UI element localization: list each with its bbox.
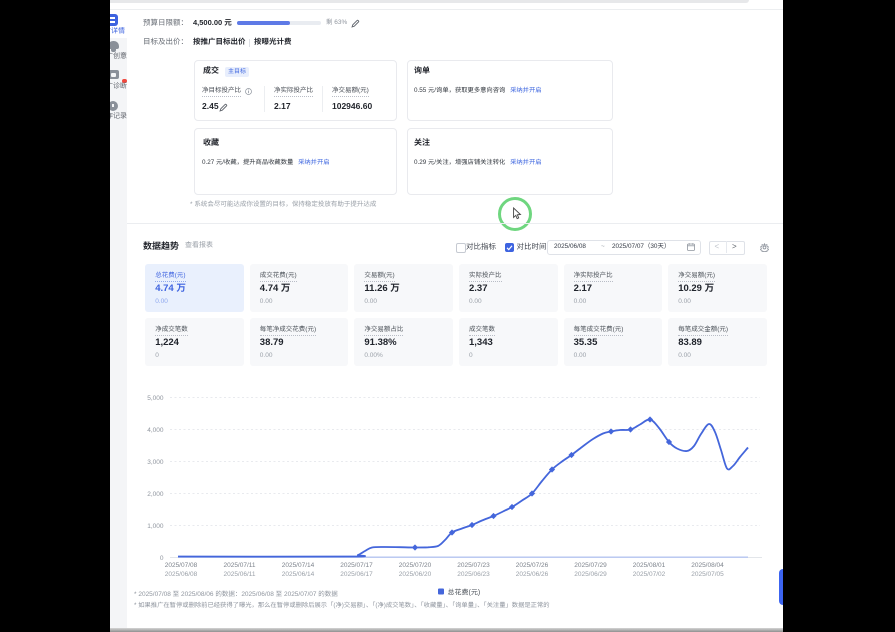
svg-text:2025/08/01: 2025/08/01	[633, 562, 666, 569]
svg-text:2025/07/17: 2025/07/17	[340, 562, 373, 569]
svg-text:4,000: 4,000	[147, 427, 164, 434]
svg-text:2025/07/08: 2025/07/08	[165, 562, 198, 569]
svg-text:2025/07/05: 2025/07/05	[691, 571, 724, 578]
svg-text:2025/06/29: 2025/06/29	[574, 571, 607, 578]
svg-text:2025/06/26: 2025/06/26	[516, 571, 549, 578]
svg-text:2025/07/14: 2025/07/14	[282, 562, 315, 569]
svg-text:2025/06/08: 2025/06/08	[165, 571, 198, 578]
svg-text:2025/06/14: 2025/06/14	[282, 571, 315, 578]
svg-text:2025/08/04: 2025/08/04	[691, 562, 724, 569]
svg-text:2025/06/17: 2025/06/17	[340, 571, 373, 578]
svg-text:2,000: 2,000	[147, 491, 164, 498]
svg-text:2025/07/26: 2025/07/26	[516, 562, 549, 569]
svg-text:3,000: 3,000	[147, 459, 164, 466]
svg-text:2025/07/29: 2025/07/29	[574, 562, 607, 569]
svg-text:总花费(元): 总花费(元)	[448, 589, 481, 597]
svg-text:2025/06/11: 2025/06/11	[223, 571, 255, 578]
svg-text:1,000: 1,000	[147, 523, 164, 530]
svg-text:2025/07/20: 2025/07/20	[399, 562, 432, 569]
svg-text:2025/06/23: 2025/06/23	[457, 571, 490, 578]
svg-text:2025/07/23: 2025/07/23	[457, 562, 490, 569]
svg-text:5,000: 5,000	[147, 395, 164, 402]
svg-text:2025/07/11: 2025/07/11	[223, 562, 255, 569]
svg-text:2025/07/02: 2025/07/02	[633, 571, 666, 578]
svg-text:0: 0	[160, 555, 164, 562]
svg-text:2025/06/20: 2025/06/20	[399, 571, 432, 578]
